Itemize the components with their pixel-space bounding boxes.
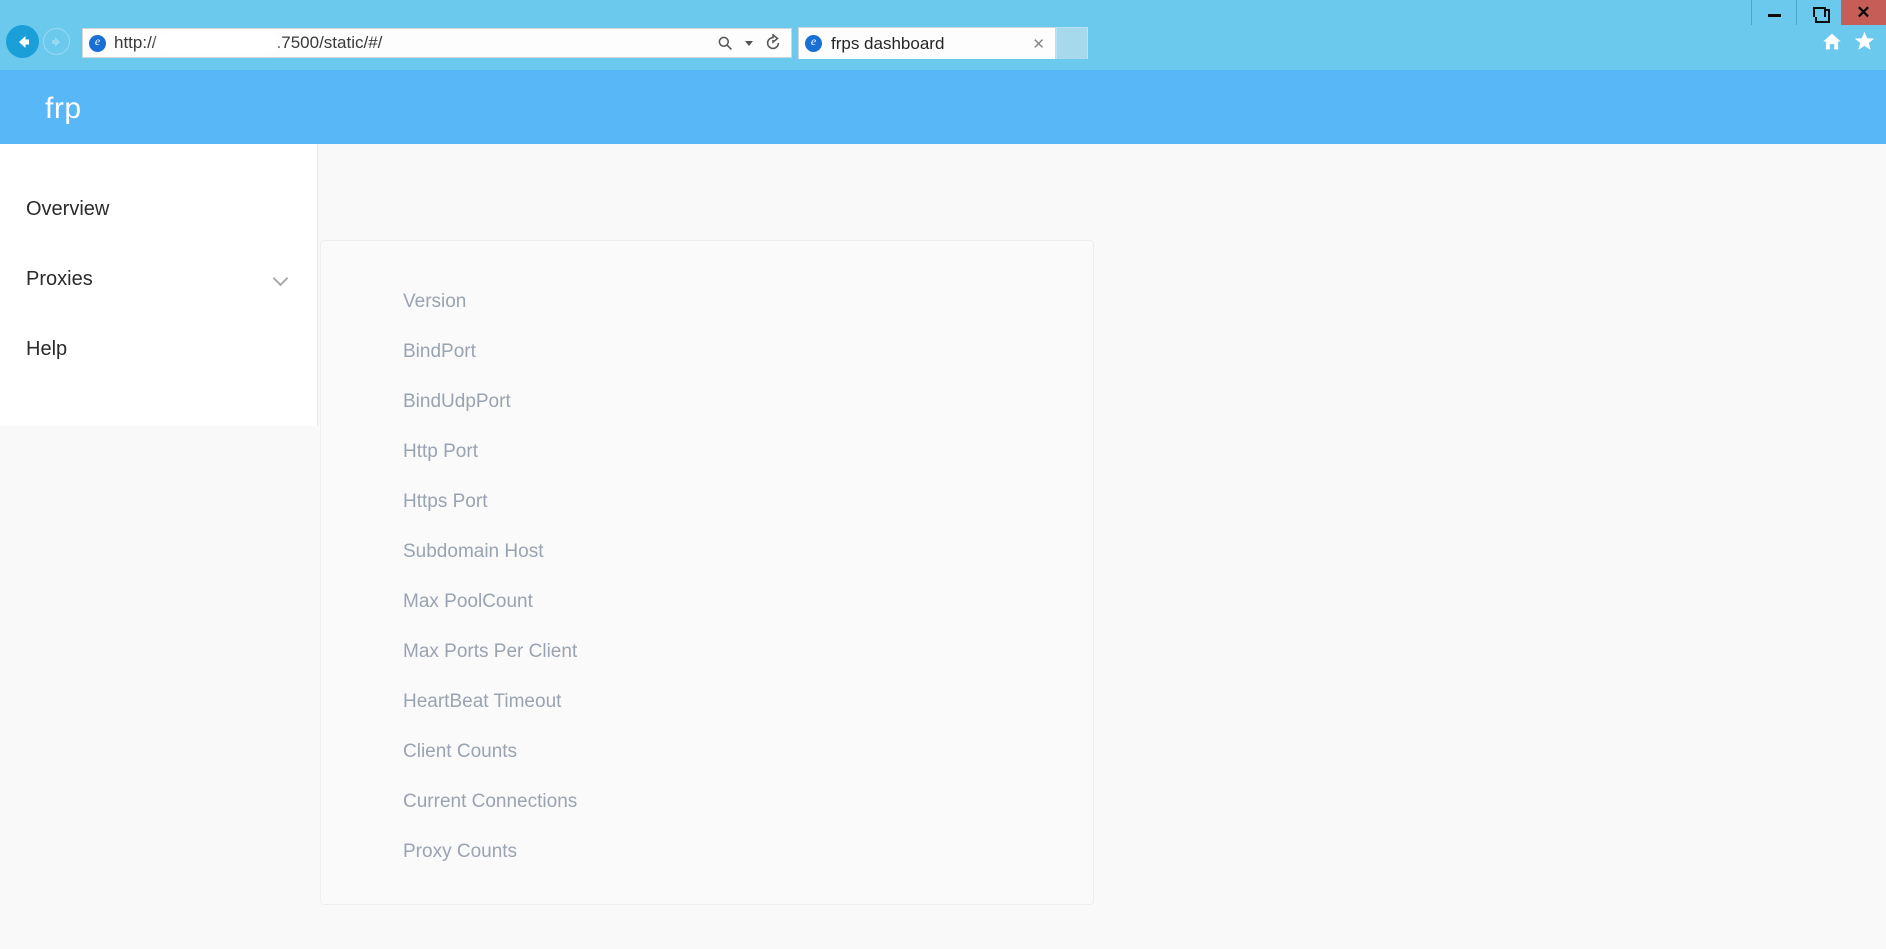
minimize-icon bbox=[1767, 13, 1781, 17]
tab-close-icon[interactable]: ✕ bbox=[1028, 35, 1049, 53]
info-label: Proxy Counts bbox=[403, 841, 518, 862]
info-row: Max PoolCount bbox=[403, 577, 1093, 627]
info-row: Https Port bbox=[403, 477, 1093, 527]
search-icon[interactable] bbox=[714, 31, 736, 55]
info-row: BindPort bbox=[403, 327, 1093, 377]
arrow-left-icon bbox=[18, 35, 29, 48]
tab-frps-dashboard[interactable]: frps dashboard ✕ bbox=[798, 27, 1056, 59]
info-row: Http Port bbox=[403, 427, 1093, 477]
info-row: Current Connections bbox=[403, 777, 1093, 827]
close-icon: ✕ bbox=[1856, 3, 1871, 22]
site-favicon-icon bbox=[89, 34, 106, 52]
url-suffix: .7500/static/#/ bbox=[276, 33, 383, 52]
search-dropdown-caret-icon[interactable] bbox=[738, 31, 760, 55]
browser-chrome: ✕ http:// .7500/static/#/ bbox=[0, 0, 1886, 74]
browser-toolbar-icons bbox=[1821, 30, 1876, 57]
info-row: HeartBeat Timeout bbox=[403, 677, 1093, 727]
info-label: Max Ports Per Client bbox=[403, 641, 578, 662]
app-logo[interactable]: frp bbox=[45, 92, 82, 126]
close-window-button[interactable]: ✕ bbox=[1841, 0, 1886, 25]
info-label: Http Port bbox=[403, 441, 478, 462]
restore-icon bbox=[1812, 6, 1830, 23]
content-area: Version BindPort BindUdpPort Http Port H… bbox=[319, 144, 1886, 949]
page-viewport: frp Overview Proxies Help Version BindPo… bbox=[0, 74, 1886, 949]
url-prefix: http:// bbox=[114, 33, 157, 52]
maximize-button[interactable] bbox=[1796, 0, 1841, 25]
tab-strip: frps dashboard ✕ bbox=[798, 27, 1088, 59]
back-button[interactable] bbox=[6, 25, 39, 58]
info-row: Client Counts bbox=[403, 727, 1093, 777]
info-row: Max Ports Per Client bbox=[403, 627, 1093, 677]
info-row: Version bbox=[403, 277, 1093, 327]
home-icon[interactable] bbox=[1821, 31, 1843, 57]
sidebar-item-label: Overview bbox=[26, 197, 110, 220]
window-controls: ✕ bbox=[1751, 0, 1886, 25]
sidebar-item-proxies[interactable]: Proxies bbox=[0, 244, 317, 314]
info-row: BindUdpPort bbox=[403, 377, 1093, 427]
refresh-icon[interactable] bbox=[762, 31, 784, 55]
info-label: HeartBeat Timeout bbox=[403, 691, 562, 712]
arrow-right-icon bbox=[51, 36, 60, 47]
forward-button[interactable] bbox=[43, 28, 70, 55]
address-bar-actions bbox=[714, 31, 791, 55]
star-icon[interactable] bbox=[1853, 30, 1876, 57]
tab-favicon-icon bbox=[805, 34, 822, 52]
info-label: Subdomain Host bbox=[403, 541, 544, 562]
new-tab-button[interactable] bbox=[1056, 27, 1088, 59]
info-row: Proxy Counts bbox=[403, 827, 1093, 877]
info-label: Client Counts bbox=[403, 741, 518, 762]
info-label: Version bbox=[403, 291, 467, 312]
server-info-list: Version BindPort BindUdpPort Http Port H… bbox=[321, 241, 1093, 877]
sidebar-item-overview[interactable]: Overview bbox=[0, 174, 317, 244]
info-label: Https Port bbox=[403, 491, 488, 512]
sidebar-item-help[interactable]: Help bbox=[0, 314, 317, 384]
info-label: BindPort bbox=[403, 341, 476, 362]
minimize-button[interactable] bbox=[1751, 0, 1796, 25]
chevron-down-icon bbox=[273, 271, 289, 287]
sidebar-item-label: Help bbox=[26, 337, 68, 360]
sidebar: Overview Proxies Help bbox=[0, 144, 318, 426]
sidebar-item-label: Proxies bbox=[26, 267, 93, 290]
address-bar[interactable]: http:// .7500/static/#/ bbox=[82, 28, 792, 58]
info-label: Max PoolCount bbox=[403, 591, 533, 612]
url-redacted-region bbox=[158, 35, 275, 51]
app-header: frp bbox=[0, 74, 1886, 144]
server-info-card: Version BindPort BindUdpPort Http Port H… bbox=[320, 240, 1094, 905]
url-text: http:// .7500/static/#/ bbox=[114, 33, 382, 53]
info-label: BindUdpPort bbox=[403, 391, 511, 412]
info-row: Subdomain Host bbox=[403, 527, 1093, 577]
info-label: Current Connections bbox=[403, 791, 578, 812]
tab-title: frps dashboard bbox=[831, 33, 945, 53]
